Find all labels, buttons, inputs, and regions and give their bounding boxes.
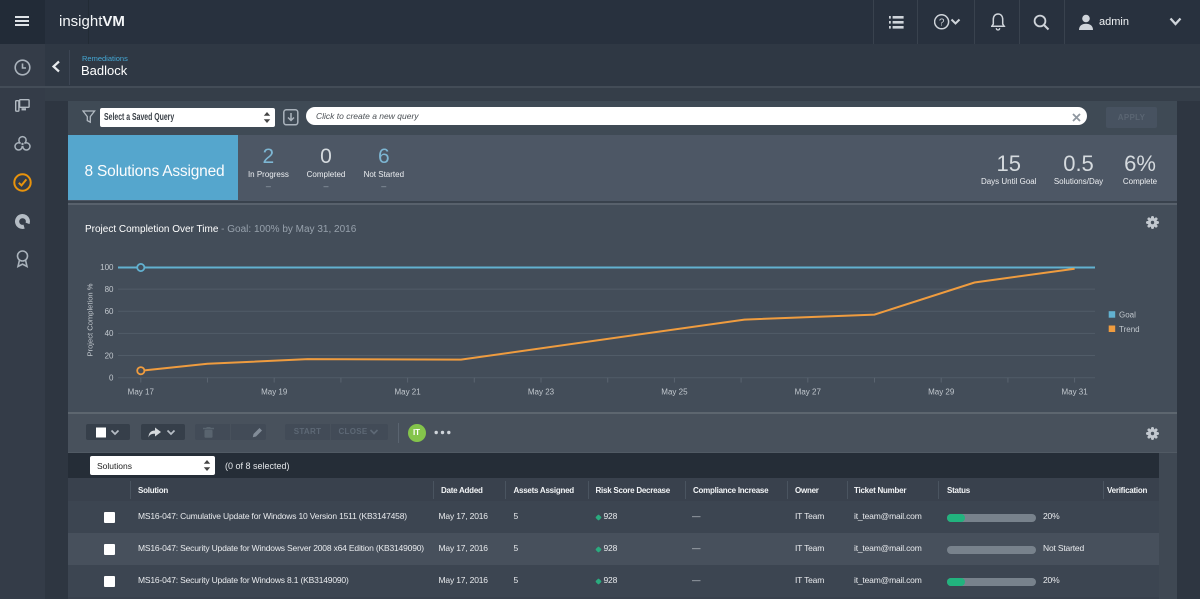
svg-text:May 27: May 27 <box>795 388 822 397</box>
svg-text:May 17: May 17 <box>128 388 155 397</box>
svg-text:Goal: Goal <box>1119 311 1136 320</box>
svg-text:May 31: May 31 <box>1061 388 1088 397</box>
svg-text:40: 40 <box>105 329 114 338</box>
svg-text:0: 0 <box>109 374 114 383</box>
svg-text:May 23: May 23 <box>528 388 555 397</box>
svg-text:20: 20 <box>105 351 114 360</box>
svg-text:?: ? <box>939 18 945 29</box>
svg-text:May 21: May 21 <box>394 388 421 397</box>
svg-text:May 19: May 19 <box>261 388 288 397</box>
svg-text:May 29: May 29 <box>928 388 955 397</box>
svg-text:100: 100 <box>100 263 114 272</box>
svg-text:60: 60 <box>105 307 114 316</box>
svg-text:Trend: Trend <box>1119 325 1140 334</box>
svg-text:80: 80 <box>105 285 114 294</box>
svg-text:May 25: May 25 <box>661 388 688 397</box>
svg-text:Project Completion %: Project Completion % <box>86 283 95 356</box>
